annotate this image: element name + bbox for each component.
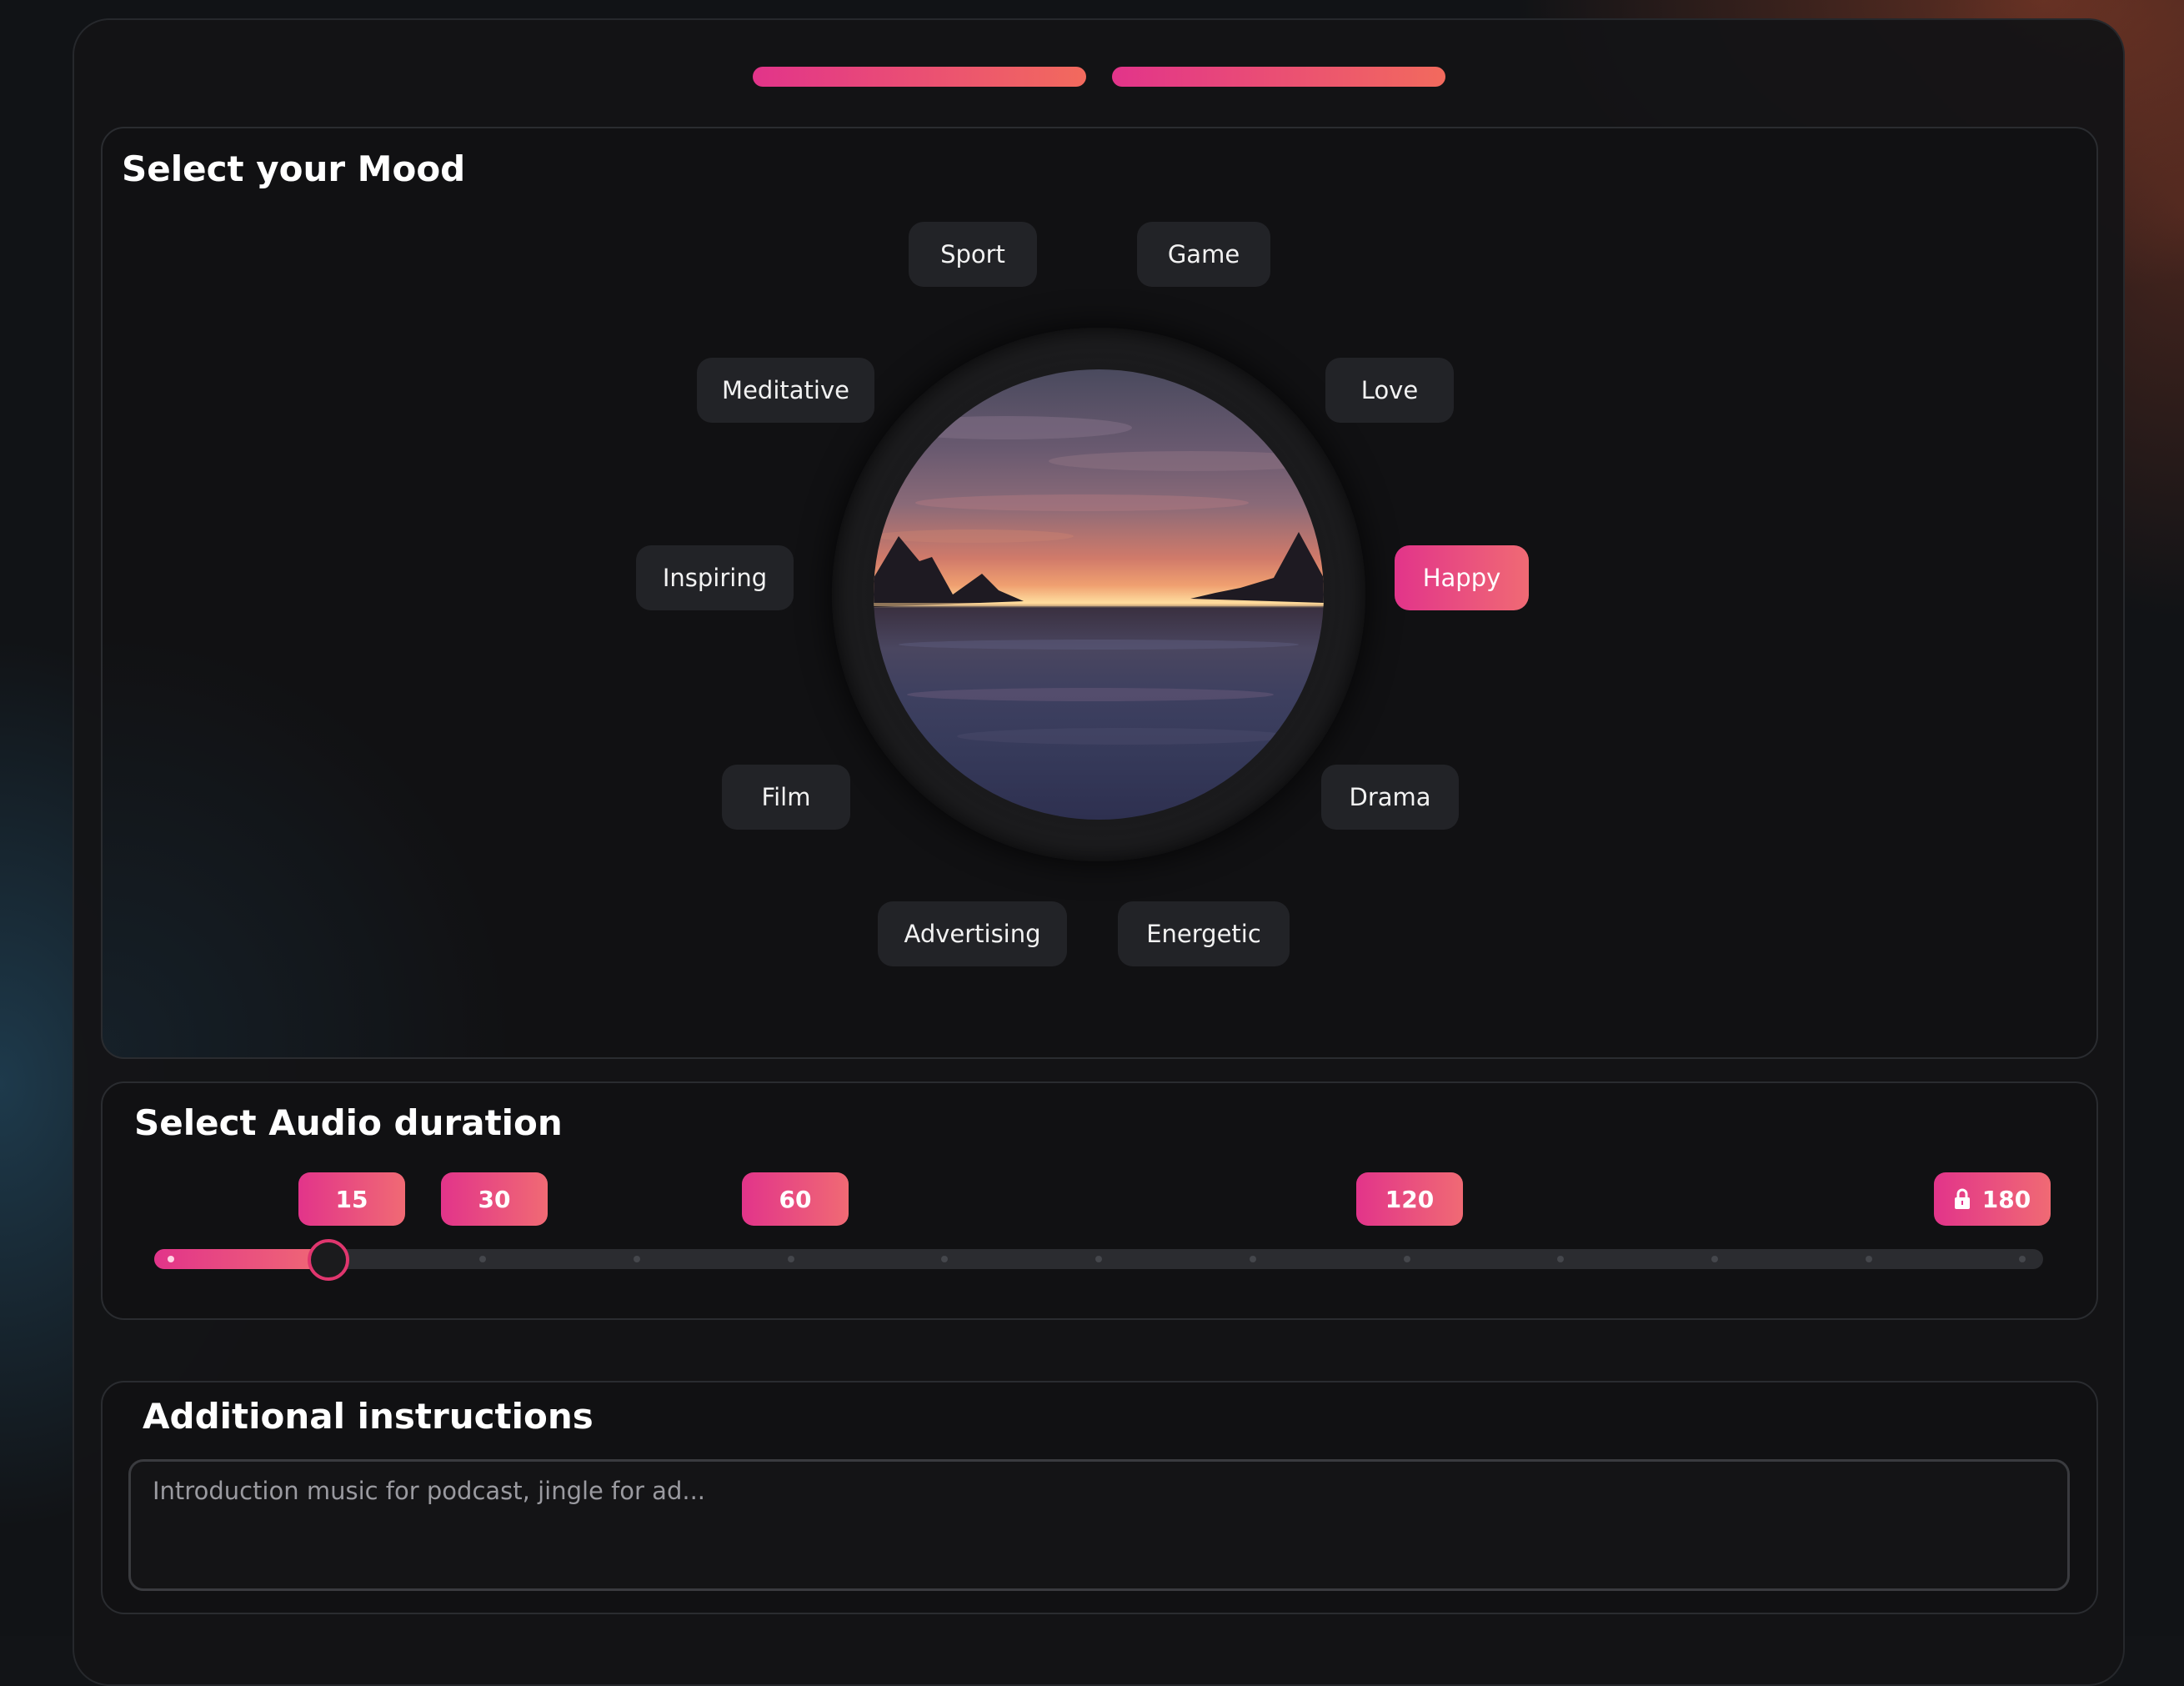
instructions-input[interactable]	[128, 1459, 2070, 1591]
progress-step-2	[1112, 67, 1445, 87]
duration-slider-thumb[interactable]	[308, 1239, 349, 1281]
slider-tick	[1404, 1256, 1410, 1262]
slider-tick	[2019, 1256, 2026, 1262]
duration-slider-track[interactable]	[154, 1249, 2043, 1269]
mood-chip-inspiring[interactable]: Inspiring	[636, 545, 794, 610]
duration-option-120[interactable]: 120	[1356, 1172, 1463, 1226]
mood-title: Select your Mood	[122, 148, 466, 189]
mood-preview-image	[874, 369, 1324, 820]
slider-tick	[1095, 1256, 1102, 1262]
mood-chip-meditative[interactable]: Meditative	[697, 358, 874, 423]
instructions-title: Additional instructions	[143, 1396, 594, 1437]
slider-tick	[1250, 1256, 1256, 1262]
mood-disc	[832, 328, 1365, 861]
duration-option-30[interactable]: 30	[441, 1172, 548, 1226]
duration-option-60[interactable]: 60	[742, 1172, 849, 1226]
mood-chip-game[interactable]: Game	[1137, 222, 1270, 287]
mood-chip-love[interactable]: Love	[1325, 358, 1454, 423]
mood-chip-film[interactable]: Film	[722, 765, 850, 830]
mood-chip-drama[interactable]: Drama	[1321, 765, 1459, 830]
duration-option-180[interactable]: 180	[1934, 1172, 2051, 1226]
slider-tick	[941, 1256, 948, 1262]
mood-chip-sport[interactable]: Sport	[909, 222, 1037, 287]
progress-step-1	[753, 67, 1086, 87]
slider-tick	[634, 1256, 640, 1262]
duration-option-15[interactable]: 15	[298, 1172, 405, 1226]
duration-title: Select Audio duration	[134, 1102, 563, 1143]
slider-tick	[1711, 1256, 1718, 1262]
mood-chip-energetic[interactable]: Energetic	[1118, 901, 1290, 966]
mood-chip-happy[interactable]: Happy	[1395, 545, 1529, 610]
slider-tick	[788, 1256, 794, 1262]
mood-chip-advertising[interactable]: Advertising	[878, 901, 1067, 966]
lock-icon	[1954, 1188, 1970, 1209]
slider-tick	[479, 1256, 486, 1262]
slider-tick	[1557, 1256, 1564, 1262]
slider-tick	[1866, 1256, 1872, 1262]
duration-slider-fill	[154, 1249, 329, 1269]
duration-option-180-label: 180	[1981, 1185, 2031, 1213]
slider-tick	[168, 1256, 174, 1262]
